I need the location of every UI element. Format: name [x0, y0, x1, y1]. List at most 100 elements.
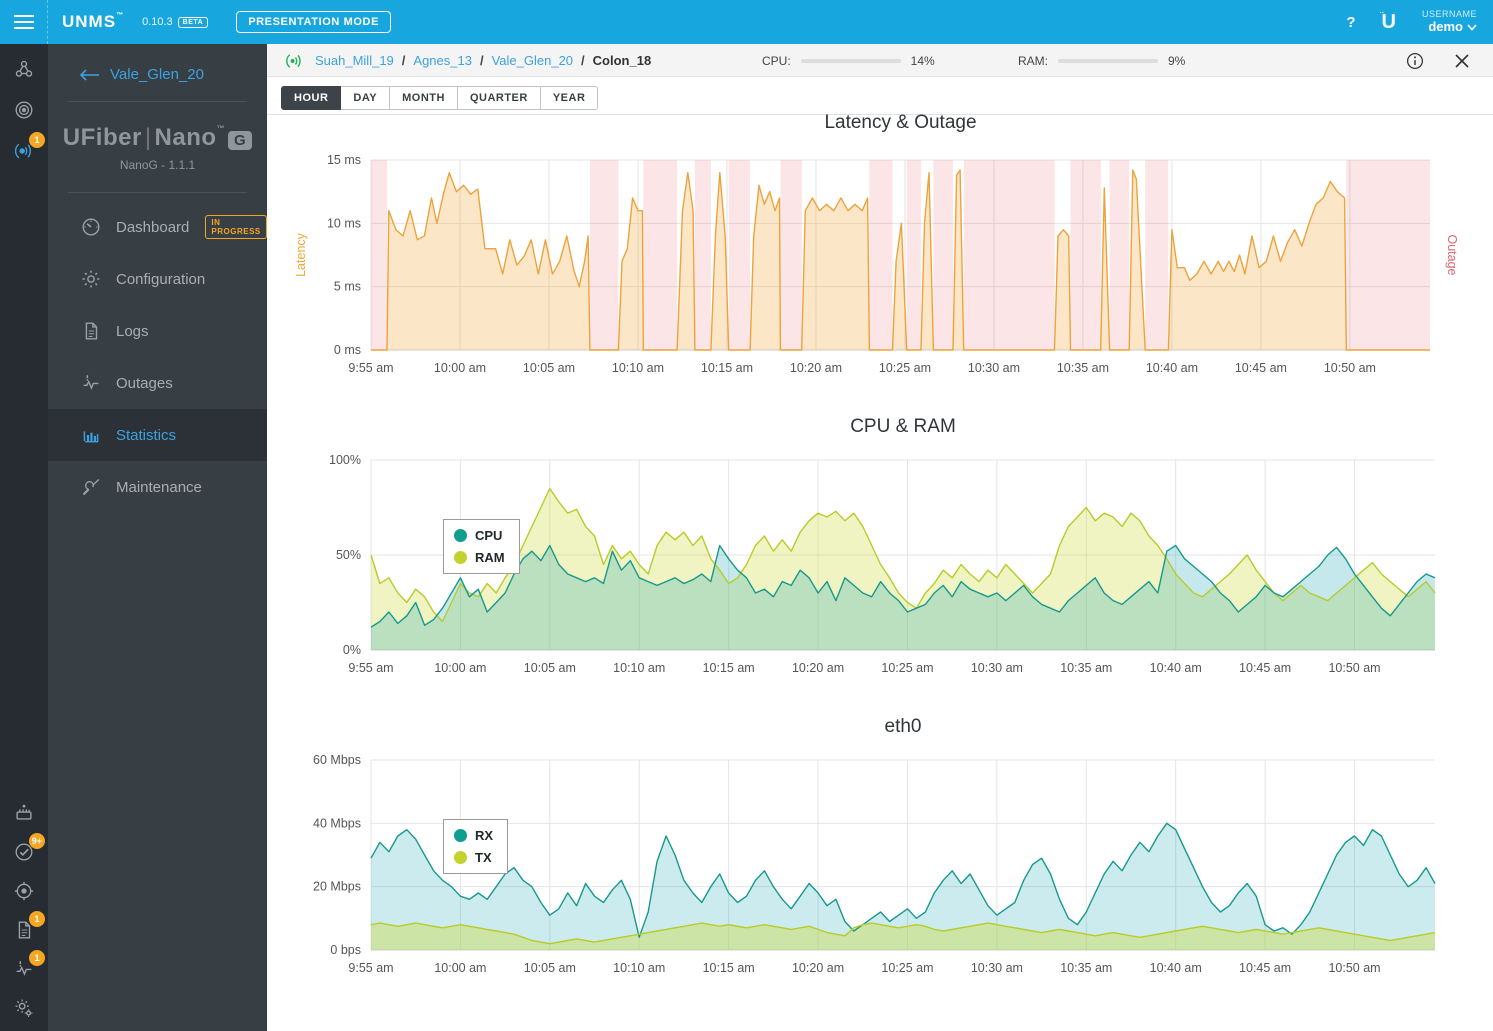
breadcrumb-link[interactable]: Agnes_13	[413, 53, 472, 68]
notification-badge: 1	[29, 950, 45, 966]
legend-label: TX	[475, 850, 492, 865]
outages-wave-icon	[80, 372, 102, 394]
latency-outage-chart: 9:55 am 10:00 am 10:05 am 10:10 am 10:15 am 1…	[294, 112, 1459, 375]
ram-label: RAM:	[1018, 53, 1048, 68]
rail-logs-icon[interactable]: 1	[11, 911, 45, 943]
rail-tasks-icon[interactable]: 9+	[11, 833, 45, 865]
svg-text:Outage: Outage	[1445, 234, 1459, 275]
svg-text:10:05 am: 10:05 am	[524, 661, 576, 675]
chevron-down-icon	[1467, 24, 1477, 31]
svg-text:10:50 am: 10:50 am	[1328, 661, 1380, 675]
svg-text:10:00 am: 10:00 am	[434, 361, 486, 375]
svg-text:10:00 am: 10:00 am	[434, 661, 486, 675]
notification-badge: 9+	[28, 833, 45, 849]
svg-text:10:30 am: 10:30 am	[968, 361, 1020, 375]
svg-text:20 Mbps: 20 Mbps	[313, 880, 361, 894]
g-badge: G	[228, 131, 253, 150]
logs-doc-icon	[80, 320, 102, 342]
breadcrumb-link[interactable]: Suah_Mill_19	[315, 53, 394, 68]
rail-outages-icon[interactable]: 1	[11, 950, 45, 982]
svg-text:10:50 am: 10:50 am	[1324, 361, 1376, 375]
back-to-site-link[interactable]: Vale_Glen_20	[48, 44, 267, 101]
rail-endpoints-icon[interactable]	[11, 97, 37, 123]
svg-text:10:20 am: 10:20 am	[790, 361, 842, 375]
device-menu: Dashboard IN PROGRESS Configuration Logs Out…	[48, 201, 267, 513]
svg-text:9:55 am: 9:55 am	[348, 661, 393, 675]
hamburger-menu-icon[interactable]	[0, 0, 48, 44]
ubiquiti-logo-icon[interactable]: ·· U	[1380, 10, 1396, 34]
cpu-gauge: CPU: 14%	[762, 44, 935, 77]
svg-text:10:30 am: 10:30 am	[971, 961, 1023, 975]
svg-text:10:25 am: 10:25 am	[881, 661, 933, 675]
presentation-mode-button[interactable]: PRESENTATION MODE	[236, 11, 392, 33]
rail-bottom-icons: 9+ 1 1	[0, 800, 48, 1021]
statistics-icon	[80, 424, 102, 446]
svg-text:10:10 am: 10:10 am	[613, 661, 665, 675]
cpu-ram-legend: CPU RAM	[443, 519, 520, 574]
legend-label: RAM	[475, 550, 505, 565]
svg-text:Latency & Outage: Latency & Outage	[824, 112, 976, 133]
rail-devices-icon[interactable]: 1	[11, 132, 45, 164]
cpu-progress-bar	[800, 58, 901, 63]
svg-text:10 ms: 10 ms	[327, 216, 361, 230]
svg-text:0%: 0%	[343, 643, 361, 657]
rail-settings-icon[interactable]	[11, 995, 37, 1021]
svg-text:10:25 am: 10:25 am	[881, 961, 933, 975]
app-version: 0.10.3	[142, 16, 173, 28]
rail-discovery-icon[interactable]	[11, 878, 37, 904]
sidebar-item-logs[interactable]: Logs	[48, 305, 267, 357]
legend-item: RX	[454, 828, 493, 843]
rail-top-icons: 1	[0, 56, 48, 164]
svg-text:0 bps: 0 bps	[330, 943, 361, 957]
breadcrumb: Suah_Mill_19 / Agnes_13 / Vale_Glen_20 / Colon…	[283, 44, 651, 77]
sidebar-item-dashboard[interactable]: Dashboard IN PROGRESS	[48, 201, 267, 253]
icon-rail: 1 9+ 1 1	[0, 44, 48, 1031]
topbar-right: ? ·· U USERNAME demo	[1346, 9, 1493, 34]
sidebar-item-label: Outages	[116, 374, 173, 392]
svg-text:100%: 100%	[329, 453, 361, 467]
sidebar-item-outages[interactable]: Outages	[48, 357, 267, 409]
ram-gauge: RAM: 9%	[1018, 44, 1185, 77]
device-brand-logo: UFiber | Nano™G	[48, 102, 267, 156]
sidebar-item-maintenance[interactable]: Maintenance	[48, 461, 267, 513]
ram-progress-bar	[1058, 58, 1158, 63]
help-icon[interactable]: ?	[1346, 14, 1355, 31]
breadcrumb-link[interactable]: Vale_Glen_20	[492, 53, 573, 68]
sidebar-item-label: Statistics	[116, 426, 177, 444]
sidebar-item-statistics[interactable]: Statistics	[48, 409, 267, 461]
svg-text:15 ms: 15 ms	[327, 153, 361, 167]
svg-text:10:20 am: 10:20 am	[792, 961, 844, 975]
sidebar-item-label: Logs	[116, 322, 149, 340]
svg-text:10:05 am: 10:05 am	[524, 961, 576, 975]
main-content: Suah_Mill_19 / Agnes_13 / Vale_Glen_20 / Colon…	[267, 44, 1493, 1031]
svg-text:10:15 am: 10:15 am	[703, 961, 755, 975]
device-panel: Vale_Glen_20 UFiber | Nano™G NanoG - 1.1.1…	[48, 44, 267, 1031]
eth0-legend: RX TX	[443, 819, 509, 874]
svg-text:10:05 am: 10:05 am	[523, 361, 575, 375]
svg-text:10:10 am: 10:10 am	[612, 361, 664, 375]
device-signal-icon	[286, 53, 301, 68]
user-menu[interactable]: USERNAME demo	[1422, 9, 1477, 34]
svg-text:10:40 am: 10:40 am	[1150, 661, 1202, 675]
cpu-label: CPU:	[762, 53, 791, 68]
device-model-version: NanoG - 1.1.1	[119, 158, 196, 172]
close-icon[interactable]	[1452, 51, 1472, 71]
rail-sites-icon[interactable]	[11, 56, 37, 82]
svg-text:10:15 am: 10:15 am	[703, 661, 755, 675]
sidebar-item-label: Configuration	[116, 270, 206, 288]
breadcrumb-separator: /	[479, 53, 484, 68]
ram-value: 9%	[1168, 53, 1186, 68]
legend-dot-icon	[454, 551, 467, 564]
svg-text:40 Mbps: 40 Mbps	[313, 816, 361, 830]
back-label: Vale_Glen_20	[110, 66, 204, 83]
breadcrumb-separator: /	[581, 53, 585, 68]
legend-item: CPU	[454, 528, 505, 543]
sidebar-item-label: Dashboard	[116, 218, 190, 236]
svg-text:Latency: Latency	[294, 232, 308, 277]
info-icon[interactable]	[1405, 51, 1425, 71]
svg-text:10:20 am: 10:20 am	[792, 661, 844, 675]
sidebar-item-configuration[interactable]: Configuration	[48, 253, 267, 305]
legend-dot-icon	[454, 529, 467, 542]
rail-firmware-icon[interactable]	[11, 800, 37, 826]
legend-dot-icon	[454, 829, 467, 842]
